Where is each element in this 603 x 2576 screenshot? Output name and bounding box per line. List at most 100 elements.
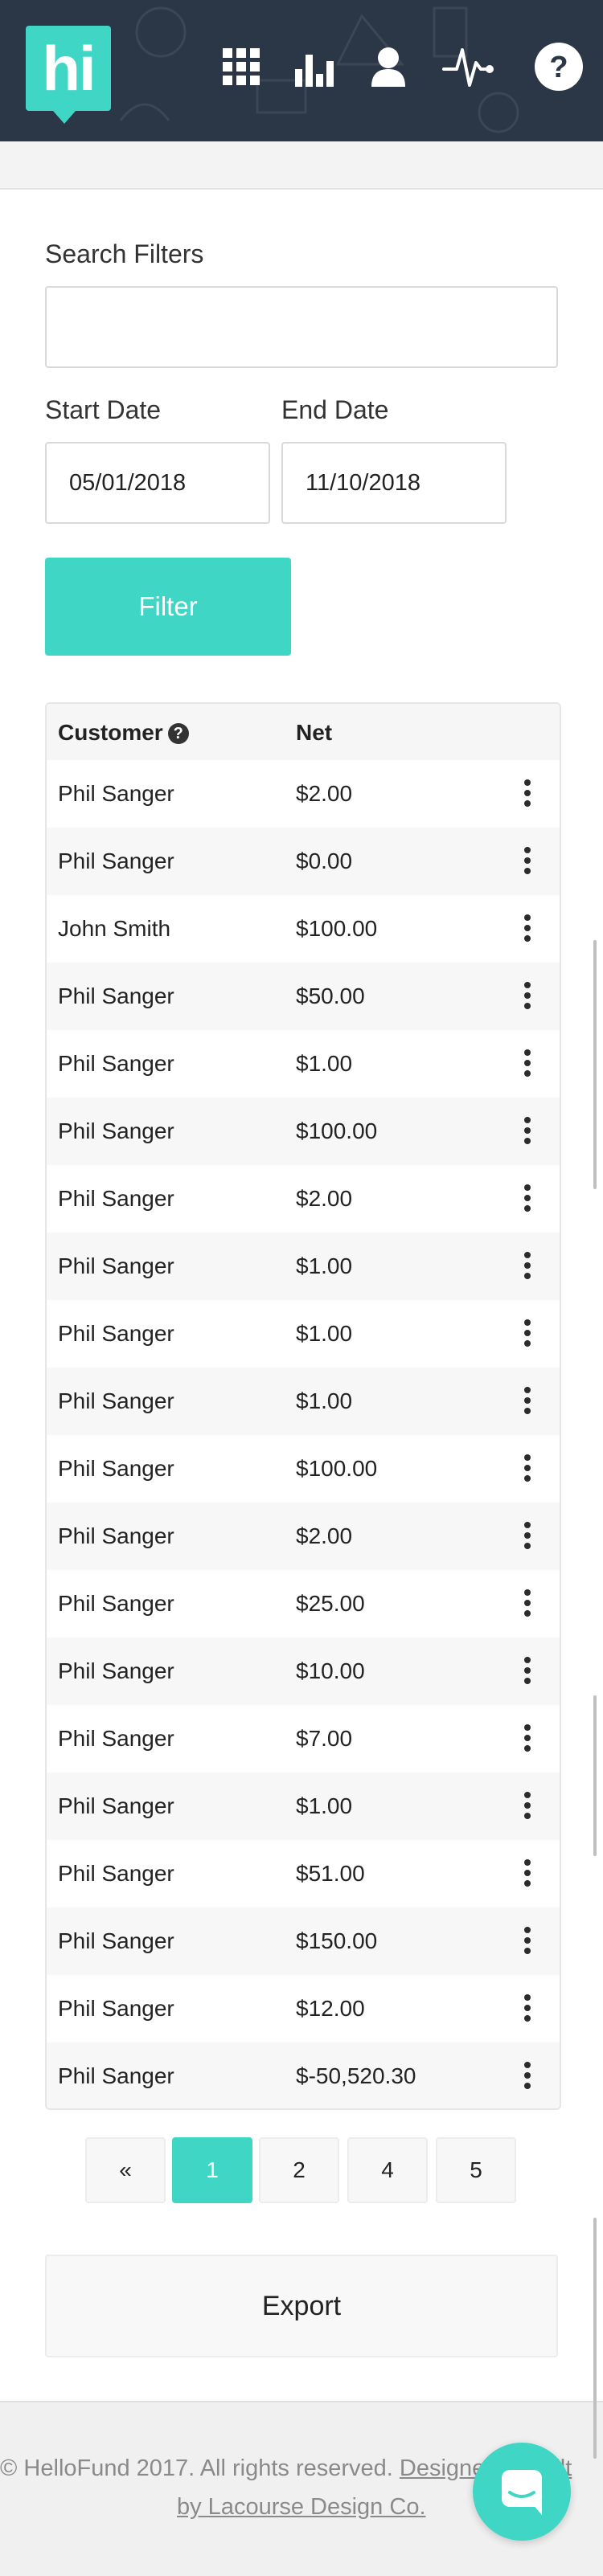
end-date-input[interactable]: 11/10/2018 (281, 442, 507, 524)
table-row[interactable]: Phil Sanger $150.00 (47, 1907, 560, 1975)
customer-cell: Phil Sanger (58, 983, 174, 1008)
row-actions-kebab-icon[interactable] (521, 1927, 534, 1957)
row-actions-kebab-icon[interactable] (521, 847, 534, 877)
customer-cell: Phil Sanger (58, 1456, 174, 1481)
copyright-text: © HelloFund 2017. All rights reserved. (0, 2455, 393, 2481)
apps-grid-icon[interactable] (213, 39, 269, 95)
table-row[interactable]: Phil Sanger $100.00 (47, 1098, 560, 1165)
net-cell: $2.00 (296, 1186, 353, 1211)
table-row[interactable]: Phil Sanger $51.00 (47, 1840, 560, 1907)
customer-column-label: Customer (58, 720, 163, 745)
table-row[interactable]: Phil Sanger $2.00 (47, 760, 560, 828)
export-button[interactable]: Export (45, 2255, 558, 2357)
table-row[interactable]: Phil Sanger $50.00 (47, 963, 560, 1030)
table-row[interactable]: Phil Sanger $100.00 (47, 1435, 560, 1503)
customer-cell: Phil Sanger (58, 1051, 174, 1076)
table-row[interactable]: Phil Sanger $12.00 (47, 1975, 560, 2042)
customer-column-header[interactable]: Customer? (58, 720, 189, 746)
row-actions-kebab-icon[interactable] (521, 1724, 534, 1755)
row-actions-kebab-icon[interactable] (521, 1184, 534, 1215)
pagination-page-1[interactable]: 1 (172, 2137, 252, 2203)
chat-bubble-icon (502, 2470, 542, 2515)
svg-text:?: ? (549, 51, 568, 84)
row-actions-kebab-icon[interactable] (521, 914, 534, 945)
customer-cell: Phil Sanger (58, 848, 174, 873)
bar-chart-icon[interactable] (287, 39, 343, 95)
chat-launcher-button[interactable] (473, 2443, 571, 2541)
net-cell: $25.00 (296, 1591, 365, 1616)
net-column-header[interactable]: Net (296, 720, 332, 746)
table-row[interactable]: Phil Sanger $25.00 (47, 1570, 560, 1638)
table-row[interactable]: Phil Sanger $2.00 (47, 1503, 560, 1570)
customer-cell: Phil Sanger (58, 1118, 174, 1143)
start-date-label: Start Date (45, 395, 162, 424)
search-filters-input[interactable] (45, 286, 558, 368)
customer-cell: Phil Sanger (58, 1591, 174, 1616)
user-icon[interactable] (360, 39, 416, 95)
table-row[interactable]: Phil Sanger $1.00 (47, 1368, 560, 1435)
table-row[interactable]: Phil Sanger $1.00 (47, 1030, 560, 1098)
table-row[interactable]: Phil Sanger $1.00 (47, 1773, 560, 1840)
design-credit-link-line2[interactable]: by Lacourse Design Co. (177, 2494, 426, 2521)
net-cell: $1.00 (296, 1051, 353, 1076)
row-actions-kebab-icon[interactable] (521, 779, 534, 810)
customer-cell: Phil Sanger (58, 1928, 174, 1953)
customer-help-icon[interactable]: ? (167, 723, 189, 744)
customer-cell: Phil Sanger (58, 1726, 174, 1751)
row-actions-kebab-icon[interactable] (521, 1117, 534, 1147)
pagination-prev-button[interactable]: « (85, 2137, 166, 2203)
row-actions-kebab-icon[interactable] (521, 982, 534, 1012)
net-cell: $100.00 (296, 916, 378, 941)
net-cell: $50.00 (296, 983, 365, 1008)
scrollbar-thumb-secondary[interactable] (593, 1695, 597, 1856)
row-actions-kebab-icon[interactable] (521, 1252, 534, 1282)
scrollbar-thumb-tertiary[interactable] (593, 2218, 597, 2459)
row-actions-kebab-icon[interactable] (521, 1859, 534, 1890)
row-actions-kebab-icon[interactable] (521, 1994, 534, 2025)
table-row[interactable]: Phil Sanger $1.00 (47, 1233, 560, 1300)
net-cell: $12.00 (296, 1996, 365, 2021)
net-cell: $150.00 (296, 1928, 378, 1953)
row-actions-kebab-icon[interactable] (521, 1049, 534, 1080)
table-row[interactable]: Phil Sanger $0.00 (47, 828, 560, 895)
help-icon[interactable]: ? (531, 39, 587, 95)
table-row[interactable]: John Smith $100.00 (47, 895, 560, 963)
row-actions-kebab-icon[interactable] (521, 1454, 534, 1485)
net-cell: $1.00 (296, 1793, 353, 1818)
row-actions-kebab-icon[interactable] (521, 1319, 534, 1350)
customer-cell: Phil Sanger (58, 1186, 174, 1211)
customer-cell: Phil Sanger (58, 1658, 174, 1683)
hellofund-logo[interactable]: hi (26, 26, 111, 124)
sub-header-bar (0, 141, 603, 190)
net-cell: $100.00 (296, 1118, 378, 1143)
start-date-input[interactable]: 05/01/2018 (45, 442, 270, 524)
customer-cell: Phil Sanger (58, 781, 174, 806)
customer-cell: Phil Sanger (58, 1996, 174, 2021)
pagination-page-5[interactable]: 5 (436, 2137, 516, 2203)
pagination-page-4[interactable]: 4 (347, 2137, 428, 2203)
customer-cell: Phil Sanger (58, 2063, 174, 2088)
row-actions-kebab-icon[interactable] (521, 1589, 534, 1620)
search-filters-label: Search Filters (45, 239, 204, 268)
net-cell: $1.00 (296, 1388, 353, 1413)
net-cell: $2.00 (296, 1523, 353, 1548)
net-cell: $7.00 (296, 1726, 353, 1751)
table-row[interactable]: Phil Sanger $2.00 (47, 1165, 560, 1233)
row-actions-kebab-icon[interactable] (521, 1792, 534, 1822)
customer-cell: Phil Sanger (58, 1861, 174, 1886)
activity-pulse-icon[interactable] (441, 39, 497, 95)
filter-button[interactable]: Filter (45, 558, 291, 656)
table-row[interactable]: Phil Sanger $7.00 (47, 1705, 560, 1773)
row-actions-kebab-icon[interactable] (521, 1387, 534, 1417)
pagination-page-2[interactable]: 2 (259, 2137, 339, 2203)
table-row[interactable]: Phil Sanger $1.00 (47, 1300, 560, 1368)
table-row[interactable]: Phil Sanger $10.00 (47, 1638, 560, 1705)
row-actions-kebab-icon[interactable] (521, 2062, 534, 2092)
net-cell: $100.00 (296, 1456, 378, 1481)
logo-text: hi (42, 33, 96, 104)
row-actions-kebab-icon[interactable] (521, 1657, 534, 1687)
scrollbar-thumb[interactable] (593, 940, 597, 1189)
end-date-label: End Date (281, 395, 389, 424)
table-row[interactable]: Phil Sanger $-50,520.30 (47, 2042, 560, 2108)
row-actions-kebab-icon[interactable] (521, 1522, 534, 1552)
